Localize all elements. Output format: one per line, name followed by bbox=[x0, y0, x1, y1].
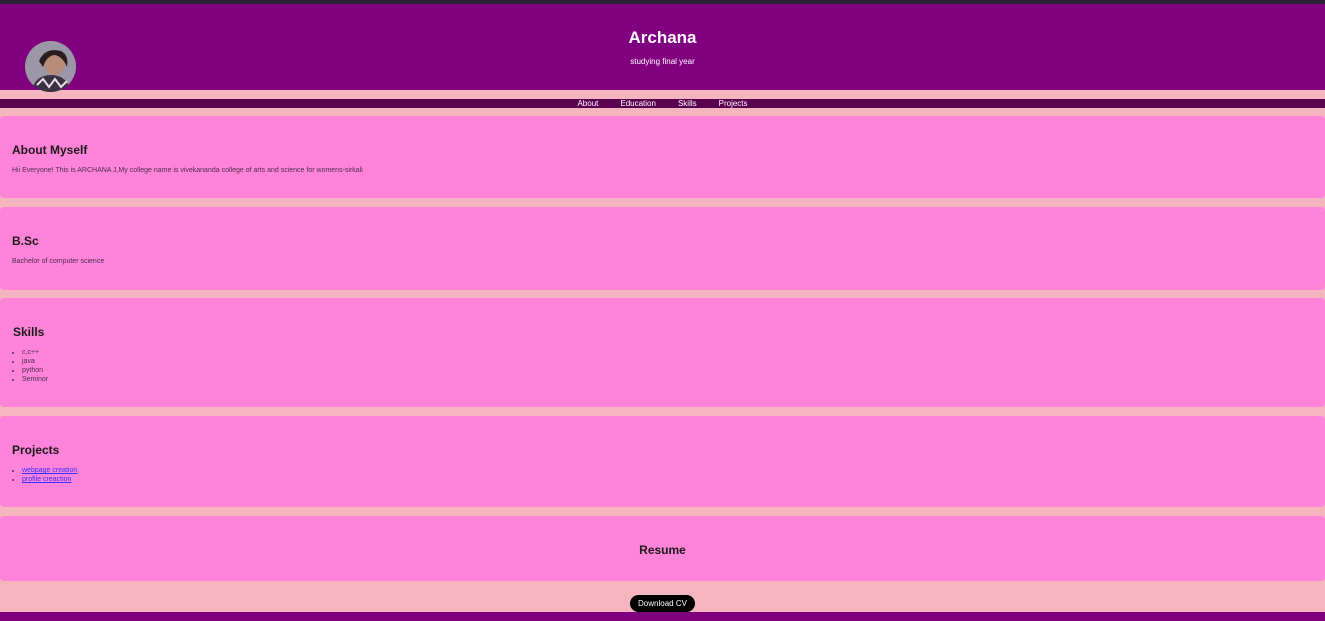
avatar bbox=[25, 41, 76, 92]
about-text: Hii Everyone! This is ARCHANA J,My colle… bbox=[12, 167, 363, 174]
project-link-profile[interactable]: profile creaction bbox=[22, 476, 71, 483]
nav-link-skills[interactable]: Skills bbox=[667, 99, 708, 108]
skills-list: c,c++ java python Seminor bbox=[12, 348, 48, 384]
project-link-webpage[interactable]: webpage creation bbox=[22, 467, 77, 474]
about-heading: About Myself bbox=[12, 143, 88, 157]
about-section: About Myself Hii Everyone! This is ARCHA… bbox=[0, 116, 1325, 198]
education-heading: B.Sc bbox=[12, 234, 39, 248]
skill-item: java bbox=[22, 357, 48, 366]
nav-link-education[interactable]: Education bbox=[609, 99, 667, 108]
profile-photo-icon bbox=[25, 41, 76, 92]
skill-item: python bbox=[22, 366, 48, 375]
projects-section: Projects webpage creation profile creact… bbox=[0, 416, 1325, 507]
project-item: webpage creation bbox=[22, 466, 77, 475]
education-text: Bachelor of computer science bbox=[12, 258, 105, 265]
nav-link-projects[interactable]: Projects bbox=[708, 99, 759, 108]
site-title: Archana bbox=[628, 28, 697, 47]
main-nav: About Education Skills Projects bbox=[0, 99, 1325, 108]
site-footer bbox=[0, 612, 1325, 621]
site-header: Archana studying final year bbox=[0, 4, 1325, 92]
projects-list: webpage creation profile creaction bbox=[12, 466, 77, 484]
download-cv-button[interactable]: Download CV bbox=[630, 595, 695, 612]
education-section: B.Sc Bachelor of computer science bbox=[0, 207, 1325, 290]
projects-heading: Projects bbox=[12, 443, 60, 457]
resume-section: Resume bbox=[0, 516, 1325, 581]
site-subtitle: studying final year bbox=[630, 57, 695, 66]
resume-heading: Resume bbox=[639, 543, 686, 557]
skills-section: Skills c,c++ java python Seminor bbox=[0, 298, 1325, 407]
skills-heading: Skills bbox=[13, 325, 45, 339]
skill-item: Seminor bbox=[22, 375, 48, 384]
project-item: profile creaction bbox=[22, 475, 77, 484]
nav-link-about[interactable]: About bbox=[566, 99, 609, 108]
skill-item: c,c++ bbox=[22, 348, 48, 357]
